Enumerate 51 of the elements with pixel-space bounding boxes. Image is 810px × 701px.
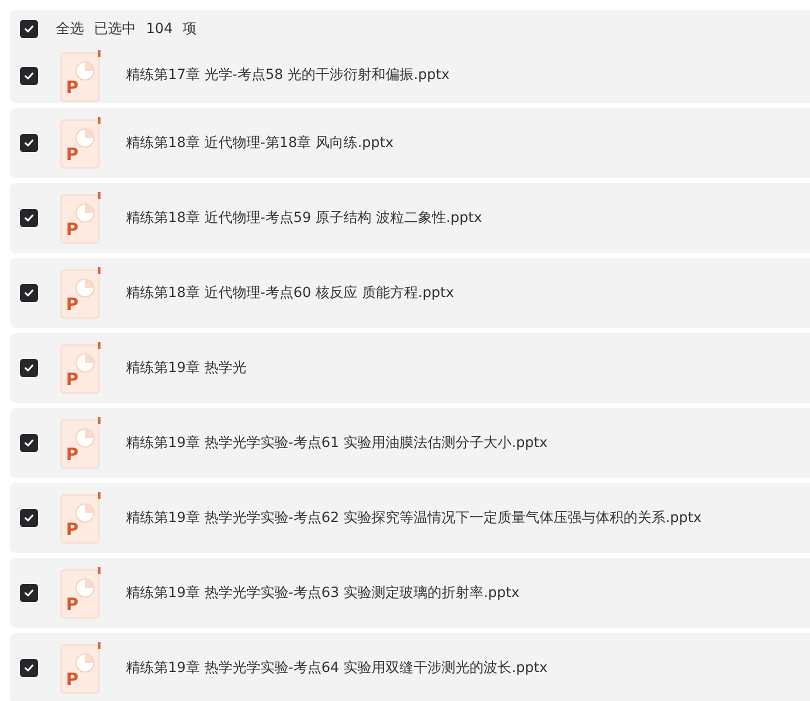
presentation-file-icon: P bbox=[60, 192, 102, 244]
presentation-file-icon: P bbox=[60, 50, 102, 102]
checkbox[interactable] bbox=[20, 434, 38, 452]
check-icon bbox=[23, 362, 35, 374]
file-name[interactable]: 精练第19章 热学光学实验-考点62 实验探究等温情况下一定质量气体压强与体积的关系.pptx bbox=[126, 508, 702, 528]
check-icon bbox=[23, 287, 35, 299]
file-row[interactable]: P 精练第19章 热学光学实验-考点63 实验测定玻璃的折射率.pptx bbox=[10, 558, 810, 628]
file-row[interactable]: P 精练第19章 热学光 bbox=[10, 333, 810, 403]
file-row[interactable]: P 精练第18章 近代物理-第18章 风向练.pptx bbox=[10, 108, 810, 178]
file-name[interactable]: 精练第18章 近代物理-第18章 风向练.pptx bbox=[126, 132, 394, 154]
count-unit: 项 bbox=[182, 20, 197, 38]
checkbox[interactable] bbox=[20, 134, 38, 152]
file-row[interactable]: P 精练第19章 热学光学实验-考点64 实验用双缝干涉测光的波长.pptx bbox=[10, 633, 810, 701]
check-icon bbox=[23, 437, 35, 449]
check-icon bbox=[23, 662, 35, 674]
file-row[interactable]: P 精练第18章 近代物理-考点60 核反应 质能方程.pptx bbox=[10, 258, 810, 328]
presentation-file-icon: P bbox=[60, 492, 102, 544]
file-name[interactable]: 精练第19章 热学光 bbox=[126, 358, 246, 378]
selected-label: 已选中 bbox=[94, 20, 136, 38]
select-all-label: 全选 bbox=[56, 20, 84, 38]
presentation-file-icon: P bbox=[60, 642, 102, 694]
selected-count: 104 bbox=[146, 20, 173, 38]
checkbox[interactable] bbox=[20, 659, 38, 677]
presentation-file-icon: P bbox=[60, 342, 102, 394]
file-name[interactable]: 精练第17章 光学-考点58 光的干涉衍射和偏振.pptx bbox=[126, 65, 450, 86]
file-name[interactable]: 精练第19章 热学光学实验-考点61 实验用油膜法估测分子大小.pptx bbox=[126, 432, 548, 454]
file-name[interactable]: 精练第19章 热学光学实验-考点64 实验用双缝干涉测光的波长.pptx bbox=[126, 658, 548, 678]
file-name[interactable]: 精练第18章 近代物理-考点59 原子结构 波粒二象性.pptx bbox=[126, 208, 482, 228]
presentation-file-icon: P bbox=[60, 417, 102, 469]
file-row[interactable]: P 精练第19章 热学光学实验-考点61 实验用油膜法估测分子大小.pptx bbox=[10, 408, 810, 478]
check-icon bbox=[23, 587, 35, 599]
checkbox[interactable] bbox=[20, 20, 38, 38]
check-icon bbox=[23, 212, 35, 224]
file-row[interactable]: P 精练第19章 热学光学实验-考点62 实验探究等温情况下一定质量气体压强与体积的关系.pptx bbox=[10, 483, 810, 553]
file-row[interactable]: P 精练第18章 近代物理-考点59 原子结构 波粒二象性.pptx bbox=[10, 183, 810, 253]
checkbox[interactable] bbox=[20, 359, 38, 377]
checkbox[interactable] bbox=[20, 584, 38, 602]
presentation-file-icon: P bbox=[60, 567, 102, 619]
presentation-file-icon: P bbox=[60, 117, 102, 169]
file-row[interactable]: 全选 已选中 104 项 P 精练第17章 光学-考点58 光的干涉衍射和偏振.pptx bbox=[10, 10, 810, 103]
check-icon bbox=[23, 137, 35, 149]
check-icon bbox=[23, 23, 35, 35]
file-name[interactable]: 精练第18章 近代物理-考点60 核反应 质能方程.pptx bbox=[126, 282, 454, 304]
presentation-file-icon: P bbox=[60, 267, 102, 319]
checkbox[interactable] bbox=[20, 284, 38, 302]
checkbox[interactable] bbox=[20, 66, 38, 84]
file-name[interactable]: 精练第19章 热学光学实验-考点63 实验测定玻璃的折射率.pptx bbox=[126, 582, 520, 604]
checkbox[interactable] bbox=[20, 209, 38, 227]
checkbox[interactable] bbox=[20, 509, 38, 527]
check-icon bbox=[23, 512, 35, 524]
check-icon bbox=[23, 70, 35, 82]
